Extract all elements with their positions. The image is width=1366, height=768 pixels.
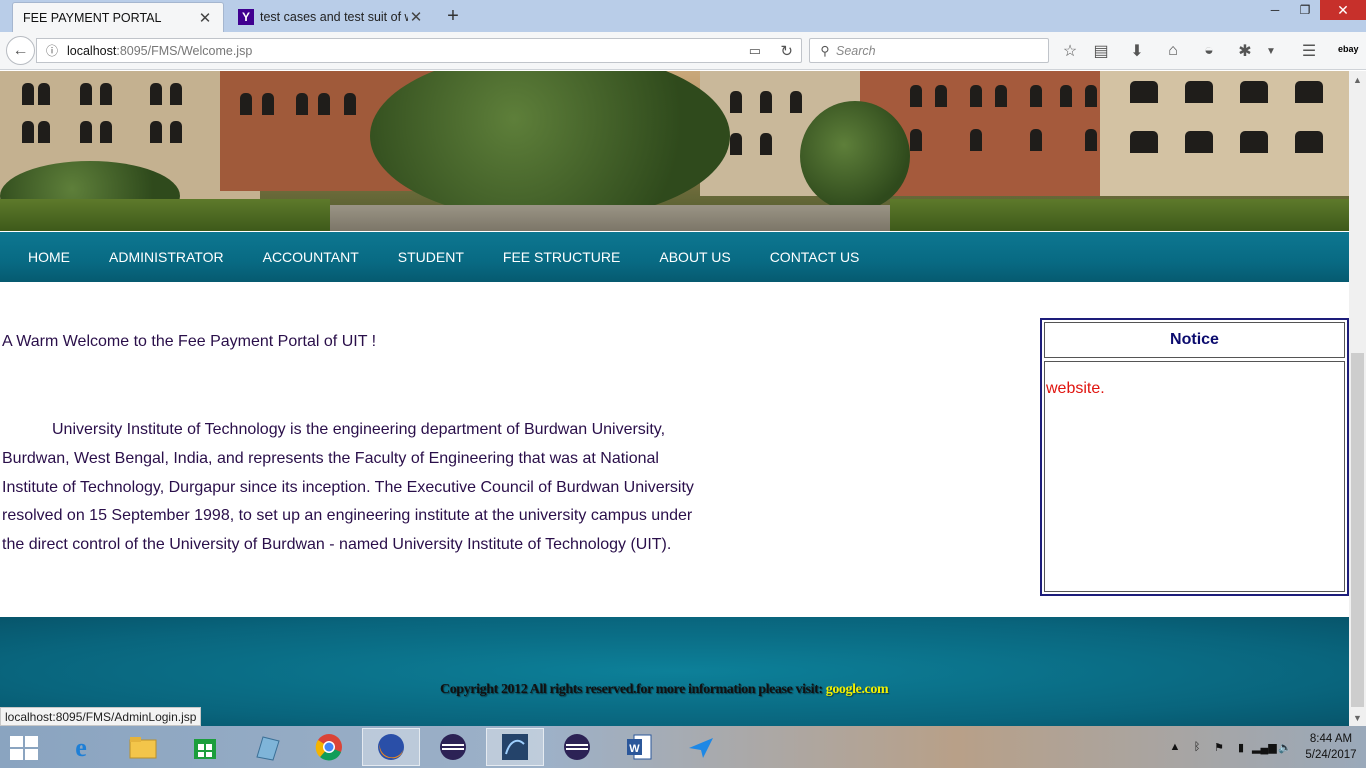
show-hidden-icons-icon[interactable]: ▲ bbox=[1164, 741, 1186, 753]
tab-label: test cases and test suit of we bbox=[260, 10, 408, 24]
footer-google-link[interactable]: google.com bbox=[826, 682, 889, 697]
search-placeholder: Search bbox=[836, 43, 876, 58]
lawn bbox=[890, 199, 1349, 231]
copyright-text: Copyright 2012 All rights reserved.for m… bbox=[440, 682, 826, 697]
bookmark-star-icon[interactable]: ☆ bbox=[1059, 41, 1081, 61]
search-input[interactable]: ⚲ Search bbox=[809, 38, 1049, 63]
svg-text:W: W bbox=[629, 743, 640, 755]
action-center-flag-icon[interactable]: ⚑ bbox=[1208, 741, 1230, 754]
yahoo-favicon-icon: Y bbox=[238, 9, 254, 25]
menu-icon[interactable]: ☰ bbox=[1298, 41, 1320, 61]
url-host: localhost bbox=[67, 43, 117, 58]
close-tab-icon[interactable]: ✕ bbox=[408, 8, 424, 26]
address-bar[interactable]: ⓘ localhost:8095/FMS/Welcome.jsp ▭ ↻ bbox=[36, 38, 802, 63]
mysql-workbench-icon[interactable] bbox=[486, 728, 544, 766]
main-menu: HOME ADMINISTRATOR ACCOUNTANT STUDENT FE… bbox=[0, 232, 1349, 282]
system-tray: ▲ ᛒ ⚑ ▮ ▂▄▆ 🔈 8:44 AM 5/24/2017 bbox=[1164, 726, 1366, 768]
menu-item-student[interactable]: STUDENT bbox=[398, 249, 464, 265]
bookmarks-list-icon[interactable]: ▤ bbox=[1090, 41, 1112, 61]
browser-tab-strip: FEE PAYMENT PORTAL ✕ Y test cases and te… bbox=[0, 0, 1366, 32]
system-clock[interactable]: 8:44 AM 5/24/2017 bbox=[1296, 731, 1366, 763]
notice-marquee: website. bbox=[1044, 361, 1345, 592]
notepad-icon[interactable] bbox=[238, 728, 296, 766]
intro-paragraph: University Institute of Technology is th… bbox=[2, 421, 694, 554]
back-button[interactable]: ← bbox=[6, 36, 35, 65]
windows-start-icon[interactable] bbox=[10, 736, 38, 760]
windows-taskbar: e W ▲ ᛒ ⚑ ▮ ▂▄▆ 🔈 8:44 AM 5/24/2017 bbox=[0, 726, 1366, 768]
ebay-icon[interactable]: ebay bbox=[1338, 44, 1359, 54]
notice-text: website. bbox=[1046, 380, 1105, 397]
scroll-thumb[interactable] bbox=[1351, 353, 1364, 707]
notice-title: Notice bbox=[1044, 322, 1345, 358]
clock-time: 8:44 AM bbox=[1309, 733, 1353, 745]
notice-box: Notice website. bbox=[1040, 318, 1349, 596]
close-tab-icon[interactable]: ✕ bbox=[197, 9, 213, 27]
bluetooth-icon[interactable]: ᛒ bbox=[1186, 741, 1208, 753]
menu-item-accountant[interactable]: ACCOUNTANT bbox=[263, 249, 359, 265]
window-controls: ─ ❐ ✕ bbox=[1260, 0, 1366, 22]
footer: Copyright 2012 All rights reserved.for m… bbox=[0, 617, 1349, 726]
link-status-bar: localhost:8095/FMS/AdminLogin.jsp bbox=[0, 707, 202, 726]
menu-item-fee-structure[interactable]: FEE STRUCTURE bbox=[503, 249, 620, 265]
reload-icon[interactable]: ↻ bbox=[780, 42, 793, 60]
word-icon[interactable]: W bbox=[610, 728, 668, 766]
search-icon: ⚲ bbox=[820, 44, 830, 58]
menu-item-home[interactable]: HOME bbox=[28, 249, 70, 265]
battery-icon[interactable]: ▮ bbox=[1230, 741, 1252, 754]
file-explorer-icon[interactable] bbox=[114, 728, 172, 766]
pocket-icon[interactable]: ◒ bbox=[1198, 41, 1220, 61]
store-icon[interactable] bbox=[176, 728, 234, 766]
vertical-scrollbar[interactable]: ▲ ▼ bbox=[1349, 71, 1366, 726]
site-info-icon[interactable]: ⓘ bbox=[41, 42, 63, 59]
eclipse-2-icon[interactable] bbox=[548, 728, 606, 766]
tree bbox=[370, 71, 730, 221]
browser-nav-bar: ← ⓘ localhost:8095/FMS/Welcome.jsp ▭ ↻ ⚲… bbox=[0, 32, 1366, 70]
menu-item-contact-us[interactable]: CONTACT US bbox=[770, 249, 860, 265]
internet-explorer-icon[interactable]: e bbox=[52, 728, 110, 766]
chrome-icon[interactable] bbox=[300, 728, 358, 766]
tree bbox=[800, 101, 910, 211]
teamviewer-icon[interactable] bbox=[672, 728, 730, 766]
extension-icon[interactable]: ✱ bbox=[1234, 41, 1256, 61]
eclipse-icon[interactable] bbox=[424, 728, 482, 766]
firefox-icon[interactable] bbox=[362, 728, 420, 766]
downloads-icon[interactable]: ⬇ bbox=[1126, 41, 1148, 61]
new-tab-button[interactable]: + bbox=[442, 4, 464, 28]
chevron-down-icon[interactable]: ▼ bbox=[1260, 41, 1282, 61]
tab-label: FEE PAYMENT PORTAL bbox=[23, 10, 162, 25]
menu-item-about-us[interactable]: ABOUT US bbox=[659, 249, 730, 265]
window-close-button[interactable]: ✕ bbox=[1320, 0, 1366, 20]
menu-item-administrator[interactable]: ADMINISTRATOR bbox=[109, 249, 224, 265]
reader-view-icon[interactable]: ▭ bbox=[749, 43, 761, 59]
url-path: :8095/FMS/Welcome.jsp bbox=[116, 43, 253, 58]
welcome-heading: A Warm Welcome to the Fee Payment Portal… bbox=[2, 333, 377, 350]
footer-copyright: Copyright 2012 All rights reserved.for m… bbox=[440, 682, 889, 698]
volume-icon[interactable]: 🔈 bbox=[1274, 741, 1296, 754]
scroll-up-arrow-icon[interactable]: ▲ bbox=[1349, 71, 1366, 88]
home-icon[interactable]: ⌂ bbox=[1162, 41, 1184, 61]
network-signal-icon[interactable]: ▂▄▆ bbox=[1252, 741, 1277, 754]
svg-text:e: e bbox=[75, 733, 87, 762]
road bbox=[330, 205, 890, 231]
minimize-button[interactable]: ─ bbox=[1260, 0, 1290, 20]
restore-button[interactable]: ❐ bbox=[1290, 0, 1320, 20]
scroll-down-arrow-icon[interactable]: ▼ bbox=[1349, 709, 1366, 726]
page-viewport: HOME ADMINISTRATOR ACCOUNTANT STUDENT FE… bbox=[0, 71, 1349, 726]
clock-date: 5/24/2017 bbox=[1305, 749, 1357, 761]
tab-test-cases[interactable]: Y test cases and test suit of we ✕ bbox=[228, 2, 434, 32]
tab-fee-payment-portal[interactable]: FEE PAYMENT PORTAL ✕ bbox=[12, 2, 224, 32]
campus-banner-image bbox=[0, 71, 1349, 231]
lawn bbox=[0, 199, 330, 231]
